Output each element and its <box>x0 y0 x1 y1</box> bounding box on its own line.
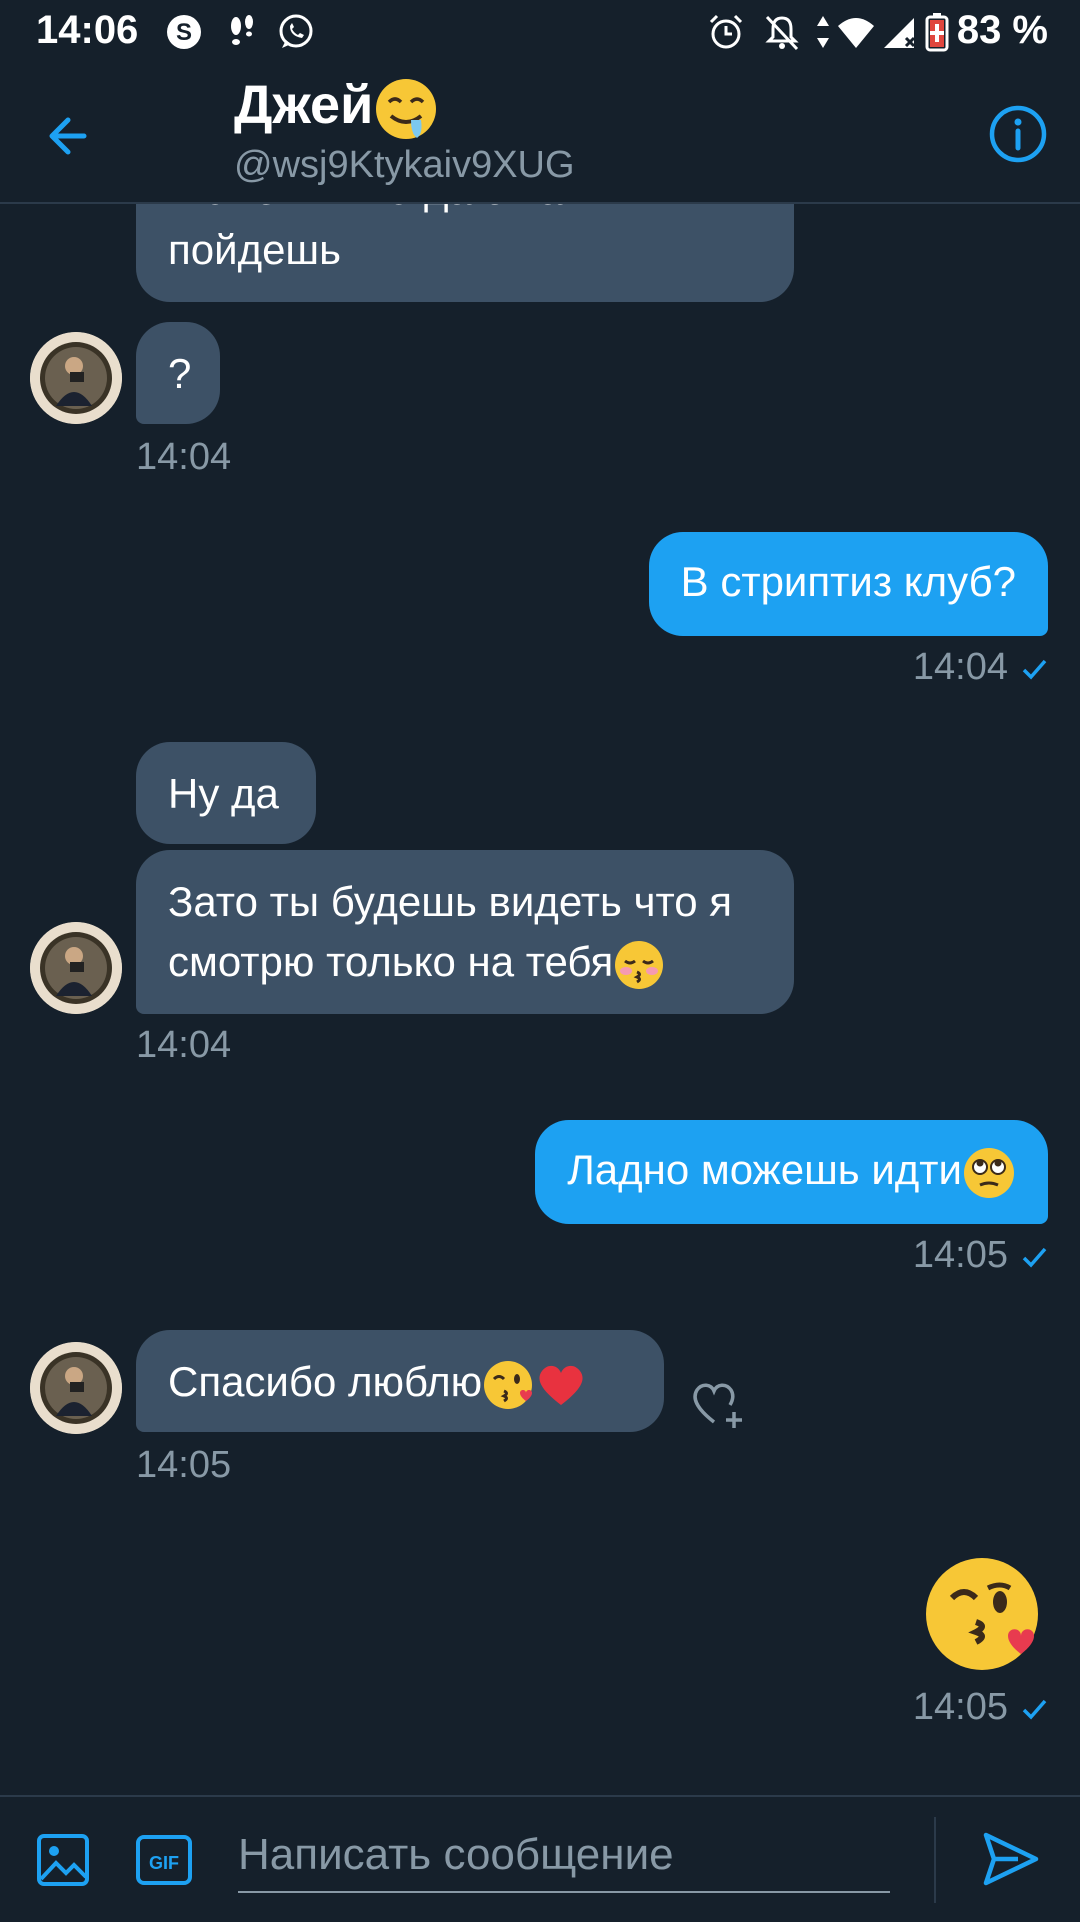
conversation-header: Джей @wsj9Ktykaiv9XUG <box>0 64 1080 204</box>
alarm-icon <box>709 14 743 49</box>
data-arrows-icon <box>817 16 829 48</box>
drooling-face-icon <box>376 78 437 139</box>
message-text: Может ты тогда с нами пойдешь <box>168 204 615 273</box>
message-text: Ладно можешь идти <box>567 1146 962 1193</box>
contact-handle[interactable]: @wsj9Ktykaiv9XUG <box>234 144 575 187</box>
contact-name[interactable]: Джей <box>234 74 439 142</box>
footsteps-icon <box>231 15 253 45</box>
status-time: 14:06 <box>36 8 139 52</box>
whatsapp-icon <box>279 14 313 48</box>
kiss-heart-face-icon[interactable] <box>924 1554 1046 1676</box>
message-timestamp-row: 14:04 <box>913 646 1048 689</box>
avatar[interactable] <box>30 922 122 1014</box>
avatar[interactable] <box>30 1342 122 1434</box>
message-composer: GIF <box>0 1795 1080 1922</box>
contact-name-text: Джей <box>234 75 374 135</box>
message-timestamp: 14:04 <box>136 1024 232 1066</box>
message-timestamp-row: 14:05 <box>913 1234 1048 1277</box>
battery-charging-icon <box>925 13 949 52</box>
message-text: Ну да <box>168 770 279 817</box>
avatar-image <box>30 332 122 424</box>
message-text: В стриптиз клуб? <box>680 558 1016 605</box>
send-icon[interactable] <box>978 1827 1042 1891</box>
info-icon[interactable] <box>986 102 1050 166</box>
message-text: ? <box>168 350 192 397</box>
message-timestamp-row: 14:05 <box>913 1686 1048 1729</box>
message-timestamp: 14:05 <box>912 1234 1008 1276</box>
message-text: Спасибо люблю <box>168 1358 483 1405</box>
message-timestamp: 14:05 <box>136 1444 232 1486</box>
sent-check-icon <box>1022 659 1047 680</box>
message-list[interactable]: Может ты тогда с нами пойдешь ? 14:04 В … <box>0 204 1080 1794</box>
message-input[interactable] <box>238 1819 890 1893</box>
avatar-image <box>30 922 122 1014</box>
outgoing-message[interactable]: Ладно можешь идти <box>535 1120 1048 1224</box>
message-timestamp: 14:04 <box>912 646 1008 688</box>
skype-icon: S <box>167 15 201 49</box>
message-timestamp: 14:04 <box>136 436 232 478</box>
heart-icon <box>539 1365 583 1405</box>
incoming-message[interactable]: ? <box>136 322 220 424</box>
avatar[interactable] <box>30 332 122 424</box>
gif-label: GIF <box>149 1853 179 1873</box>
eye-roll-face-icon <box>964 1147 1014 1198</box>
notifications-off-icon <box>765 15 799 51</box>
back-arrow-icon[interactable] <box>40 104 104 168</box>
signal-icon <box>884 18 916 48</box>
status-bar: 14:06 S 83 % <box>0 0 1080 64</box>
message-timestamp: 14:05 <box>912 1686 1008 1728</box>
gif-button[interactable]: GIF <box>134 1831 194 1889</box>
sent-check-icon <box>1022 1699 1047 1720</box>
like-heart-add-icon[interactable] <box>688 1372 748 1430</box>
wifi-icon <box>838 18 874 48</box>
incoming-message[interactable]: Может ты тогда с нами пойдешь <box>136 204 794 302</box>
gif-icon: GIF <box>136 1835 192 1885</box>
sent-check-icon <box>1022 1247 1047 1268</box>
composer-divider <box>934 1817 936 1903</box>
svg-text:S: S <box>176 19 192 46</box>
kiss-heart-face-icon <box>484 1360 533 1409</box>
kissing-face-icon <box>615 940 664 989</box>
image-attach-icon[interactable] <box>34 1831 92 1889</box>
outgoing-message[interactable]: В стриптиз клуб? <box>648 532 1048 636</box>
incoming-message[interactable]: Ну да <box>136 742 316 844</box>
incoming-message[interactable]: Зато ты будешь видеть что я смотрю тольк… <box>136 850 794 1014</box>
avatar-image <box>30 1342 122 1434</box>
battery-percentage: 83 % <box>956 8 1048 52</box>
incoming-message[interactable]: Спасибо люблю <box>136 1330 664 1432</box>
